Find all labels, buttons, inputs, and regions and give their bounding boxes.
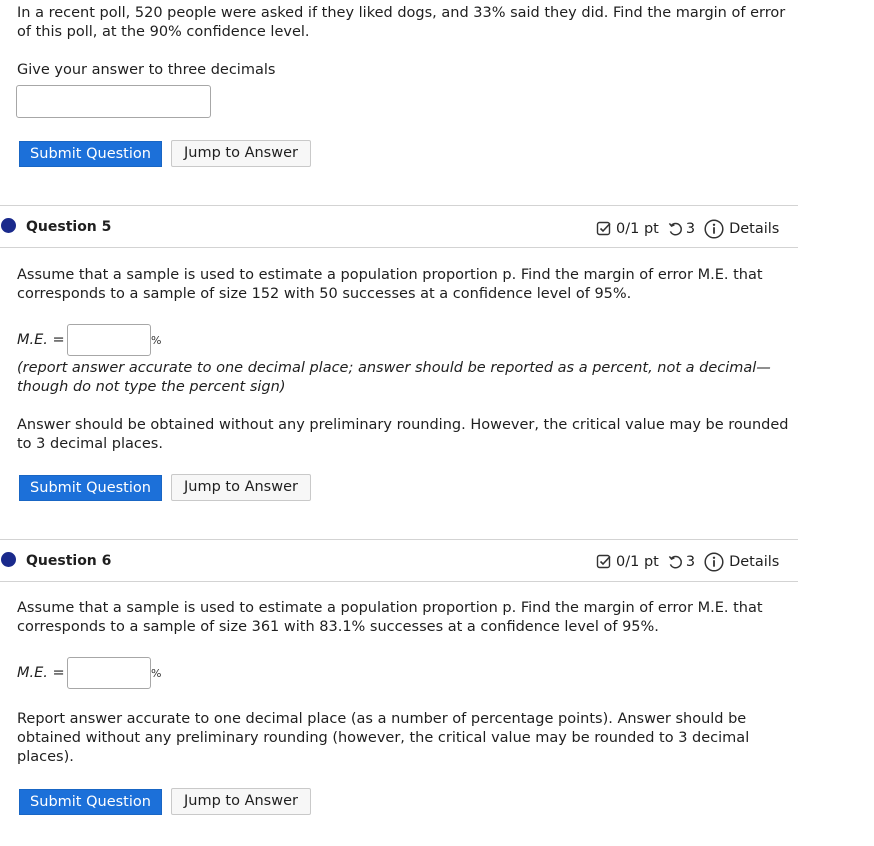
question-6-instructions-line-2: obtained without any preliminary roundin… xyxy=(17,730,750,746)
question-4-jump-button[interactable]: Jump to Answer xyxy=(171,140,311,167)
question-5-attempts: 3 xyxy=(685,221,696,237)
question-5-answer-input[interactable] xyxy=(67,324,151,356)
question-5-line-1: Assume that a sample is used to estimate… xyxy=(17,267,763,283)
question-6-line-1: Assume that a sample is used to estimate… xyxy=(17,600,763,616)
question-5-percent-sign: % xyxy=(151,334,162,347)
question-5-instructions-line-2: to 3 decimal places. xyxy=(17,436,163,452)
question-5-details-link[interactable]: Details xyxy=(729,221,779,237)
checkbox-icon xyxy=(596,554,612,570)
question-5-instructions-line-1: Answer should be obtained without any pr… xyxy=(17,417,789,433)
question-5-meta: 0/1 pt 3 Details xyxy=(596,219,779,239)
question-4-answer-input[interactable] xyxy=(16,85,211,118)
question-5-score: 0/1 pt xyxy=(616,221,659,237)
question-6-percent-sign: % xyxy=(151,667,162,680)
question-6-instructions: Report answer accurate to one decimal pl… xyxy=(17,710,749,767)
question-6-instructions-line-1: Report answer accurate to one decimal pl… xyxy=(17,711,747,727)
question-6-text: Assume that a sample is used to estimate… xyxy=(17,599,763,637)
question-5-title: Question 5 xyxy=(26,219,112,235)
question-5-submit-button[interactable]: Submit Question xyxy=(19,475,162,501)
question-6-instructions-line-3: places). xyxy=(17,749,74,765)
question-6-status-dot xyxy=(1,552,16,567)
info-icon[interactable] xyxy=(704,219,724,239)
question-5-jump-button[interactable]: Jump to Answer xyxy=(171,474,311,501)
question-5-instructions: Answer should be obtained without any pr… xyxy=(17,416,789,454)
question-5-note-line-2: though do not type the percent sign) xyxy=(17,379,286,395)
question-4-submit-button[interactable]: Submit Question xyxy=(19,141,162,167)
question-5-top-divider xyxy=(0,205,798,206)
question-4-text: In a recent poll, 520 people were asked … xyxy=(17,4,785,42)
info-icon[interactable] xyxy=(704,552,724,572)
question-6-me-label: M.E. = xyxy=(17,665,65,681)
question-5-note-line-1: (report answer accurate to one decimal p… xyxy=(17,360,771,376)
question-6-jump-button[interactable]: Jump to Answer xyxy=(171,788,311,815)
question-5-status-dot xyxy=(1,218,16,233)
question-6-submit-button[interactable]: Submit Question xyxy=(19,789,162,815)
question-5-text: Assume that a sample is used to estimate… xyxy=(17,266,763,304)
checkbox-icon xyxy=(596,221,612,237)
question-5-header-divider xyxy=(0,247,798,248)
question-4-line-1: In a recent poll, 520 people were asked … xyxy=(17,5,786,21)
retry-icon[interactable] xyxy=(668,222,683,237)
question-6-score: 0/1 pt xyxy=(616,554,659,570)
question-6-attempts: 3 xyxy=(685,554,696,570)
question-6-top-divider xyxy=(0,539,798,540)
question-6-title: Question 6 xyxy=(26,553,112,569)
question-4-line-2: of this poll, at the 90% confidence leve… xyxy=(17,24,310,40)
question-5-me-label: M.E. = xyxy=(17,332,65,348)
question-6-header-divider xyxy=(0,581,798,582)
question-5-line-2: corresponds to a sample of size 152 with… xyxy=(17,286,632,302)
question-4-instruction: Give your answer to three decimals xyxy=(17,62,276,78)
question-6-meta: 0/1 pt 3 Details xyxy=(596,552,779,572)
retry-icon[interactable] xyxy=(668,555,683,570)
question-6-details-link[interactable]: Details xyxy=(729,554,779,570)
question-6-answer-input[interactable] xyxy=(67,657,151,689)
question-6-line-2: corresponds to a sample of size 361 with… xyxy=(17,619,659,635)
question-5-note: (report answer accurate to one decimal p… xyxy=(17,359,771,397)
